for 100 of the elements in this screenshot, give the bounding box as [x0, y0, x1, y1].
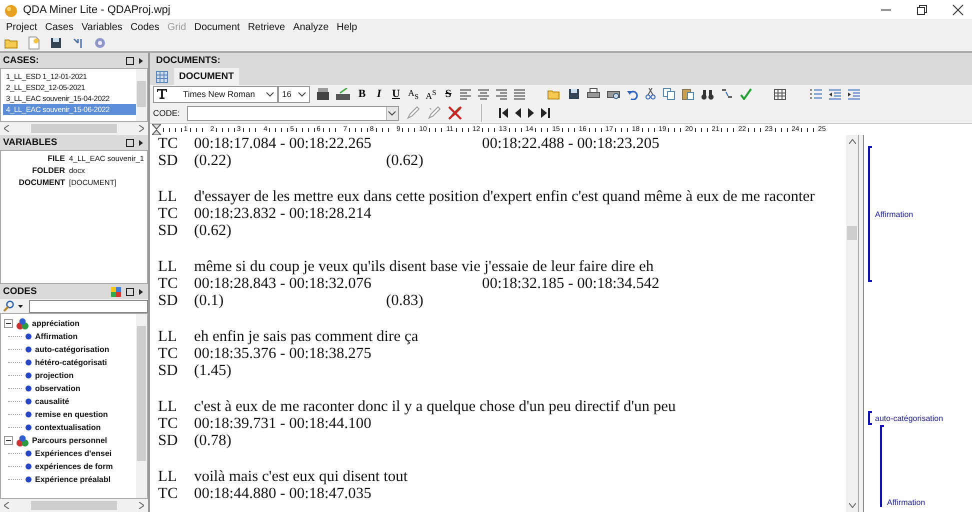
justify-icon[interactable] [514, 88, 526, 100]
arrow-left-icon [4, 125, 9, 132]
menu-item[interactable]: Variables [81, 22, 122, 32]
table-icon[interactable] [774, 88, 786, 100]
code-item[interactable]: contextualisation [35, 423, 101, 432]
scrollbar[interactable] [136, 69, 147, 121]
chevron-down-icon [388, 110, 396, 116]
panel-title: CODES [3, 286, 37, 297]
code-item[interactable]: hétéro-catégorisati [35, 358, 108, 367]
menu-item[interactable]: Analyze [293, 22, 329, 32]
window-icon[interactable] [126, 56, 134, 64]
ruled-lines-icon[interactable] [317, 88, 329, 100]
last-icon[interactable] [540, 108, 550, 118]
transcript-text: (1.45) [194, 362, 232, 379]
code-category[interactable]: appréciation [32, 319, 80, 328]
search-icon[interactable] [2, 300, 16, 312]
collapse-icon[interactable] [4, 436, 13, 445]
code-item[interactable]: remise en question [35, 410, 108, 419]
grid-icon[interactable] [156, 70, 168, 82]
code-item[interactable]: Affirmation [35, 332, 78, 341]
open-folder-icon[interactable] [547, 88, 562, 100]
save-icon[interactable] [568, 88, 580, 100]
arrow-right-icon[interactable] [139, 288, 143, 294]
format-button[interactable]: I [374, 88, 384, 100]
line-tag: LL [158, 328, 194, 345]
previous-icon[interactable] [514, 108, 521, 118]
code-category[interactable]: Parcours personnel [32, 436, 108, 445]
search-field[interactable] [29, 300, 148, 312]
collapse-icon[interactable] [4, 319, 13, 328]
remove-code-icon[interactable] [448, 106, 462, 120]
printer-icon[interactable] [587, 88, 600, 100]
pen-star-icon[interactable] [426, 106, 441, 120]
menu-item[interactable]: Document [194, 22, 240, 32]
font-dropdown[interactable]: Times New Roman [153, 86, 278, 102]
binoculars-icon[interactable] [701, 88, 714, 100]
code-item[interactable]: Expérience préalabl [35, 475, 111, 484]
tools-icon[interactable] [72, 37, 84, 49]
color-squares-icon [111, 286, 121, 296]
paste-icon[interactable] [682, 88, 694, 100]
line-tag: SD [158, 152, 194, 169]
code-item[interactable]: expériences de form [35, 462, 113, 471]
code-item[interactable]: observation [35, 384, 80, 393]
line-tag: SD [158, 432, 194, 449]
format-button[interactable]: A$^{S}$ [426, 88, 436, 100]
window-icon[interactable] [126, 288, 134, 296]
align-right-icon[interactable] [496, 88, 508, 100]
menu-item[interactable]: Retrieve [248, 22, 286, 32]
transcript-text: 00:18:44.880 - 00:18:47.035 [194, 485, 372, 502]
scrollbar-thumb[interactable] [137, 326, 146, 461]
scrollbar-thumb[interactable] [31, 501, 117, 510]
code-item[interactable]: projection [35, 371, 74, 380]
save-icon[interactable] [50, 37, 62, 49]
menu-item[interactable]: Cases [45, 22, 74, 32]
code-dot-icon [25, 372, 32, 379]
code-item[interactable]: causalité [35, 397, 70, 406]
format-button[interactable]: B [357, 88, 367, 100]
scrollbar-thumb[interactable] [31, 124, 117, 133]
arrow-right-icon[interactable] [139, 58, 143, 64]
caret-icon[interactable] [18, 304, 23, 308]
scrollbar-thumb[interactable] [137, 81, 146, 107]
document-tab[interactable]: DOCUMENT [174, 68, 239, 85]
code-dropdown[interactable] [186, 106, 399, 120]
bullet-list-icon[interactable] [810, 88, 822, 100]
splitter-handle[interactable] [858, 135, 864, 512]
font-size-dropdown[interactable]: 16 [278, 86, 310, 102]
menu-item[interactable]: Help [336, 22, 358, 32]
next-icon[interactable] [528, 108, 534, 118]
transcript-text: (0.83) [386, 292, 424, 309]
undo-icon[interactable] [627, 88, 638, 100]
scrollbar[interactable] [136, 314, 147, 498]
spellcheck-icon[interactable] [740, 88, 752, 100]
code-item[interactable]: auto-catégorisation [35, 345, 110, 354]
close-icon[interactable] [952, 4, 964, 16]
scissors-icon[interactable] [645, 88, 656, 100]
align-left-icon[interactable] [460, 88, 472, 100]
format-button[interactable]: S [443, 88, 454, 100]
arrow-down-icon [848, 503, 856, 508]
scrollbar-thumb[interactable] [847, 226, 857, 240]
arrow-right-icon [139, 502, 144, 509]
restore-icon[interactable] [916, 4, 928, 16]
menu-item[interactable]: Project [6, 22, 38, 32]
new-document-icon[interactable] [28, 36, 40, 50]
scrollbar[interactable] [846, 135, 858, 512]
indent-decrease-icon[interactable] [829, 88, 842, 100]
indent-increase-icon[interactable] [848, 88, 860, 100]
arrow-right-icon[interactable] [139, 140, 143, 146]
pen-icon[interactable] [406, 106, 420, 120]
code-item[interactable]: Expériences d'ensei [35, 449, 112, 458]
window-icon[interactable] [126, 138, 134, 146]
first-icon[interactable] [498, 108, 508, 118]
transcript-text: (0.22) [194, 152, 232, 169]
folder-icon[interactable] [4, 37, 18, 49]
format-button[interactable]: U [391, 88, 401, 100]
code-dot-icon [25, 424, 32, 431]
code-label: Affirmation [874, 210, 914, 218]
copy-icon[interactable] [663, 88, 676, 100]
menu-item[interactable]: Codes [130, 22, 160, 32]
print-preview-icon[interactable] [607, 88, 620, 100]
format-button[interactable]: A$_{S}$ [408, 88, 419, 100]
align-center-icon[interactable] [478, 88, 490, 100]
